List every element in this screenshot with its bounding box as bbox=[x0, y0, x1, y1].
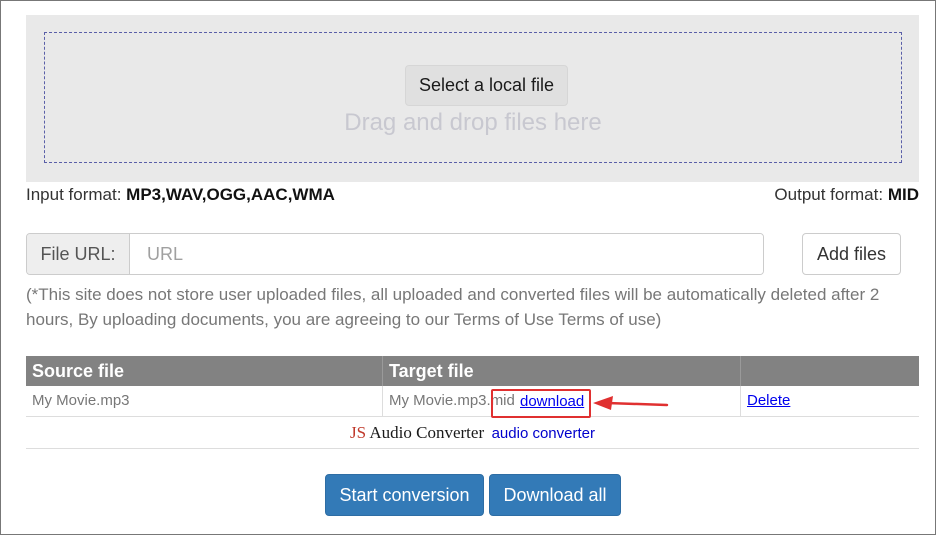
js-audio-converter-logo: JS Audio Converter bbox=[350, 423, 485, 442]
privacy-notice: (*This site does not store user uploaded… bbox=[26, 285, 880, 329]
download-link[interactable]: download bbox=[520, 393, 584, 410]
format-info: Input format: MP3,WAV,OGG,AAC,WMA Output… bbox=[26, 185, 919, 207]
red-arrow-icon bbox=[593, 396, 669, 410]
audio-converter-link[interactable]: audio converter bbox=[492, 425, 595, 442]
source-file-name: My Movie.mp3 bbox=[26, 386, 383, 416]
select-local-file-button[interactable]: Select a local file bbox=[405, 65, 568, 106]
start-conversion-button[interactable]: Start conversion bbox=[325, 474, 484, 516]
header-source-file: Source file bbox=[26, 356, 383, 386]
drag-drop-hint: Drag and drop files here bbox=[344, 109, 602, 136]
output-format: Output format: MID bbox=[774, 185, 919, 204]
actions-cell: Delete bbox=[741, 386, 919, 416]
header-target-file: Target file bbox=[383, 356, 741, 386]
input-format: Input format: MP3,WAV,OGG,AAC,WMA bbox=[26, 185, 335, 204]
upload-area[interactable]: Select a local file Drag and drop files … bbox=[26, 15, 919, 182]
file-url-label: File URL: bbox=[27, 234, 130, 274]
file-table: Source file Target file My Movie.mp3 My … bbox=[26, 356, 919, 417]
table-row: My Movie.mp3 My Movie.mp3.mid Delete bbox=[26, 386, 919, 417]
file-url-input[interactable] bbox=[131, 234, 763, 274]
table-header: Source file Target file bbox=[26, 356, 919, 386]
output-format-value: MID bbox=[887, 185, 919, 204]
add-files-button[interactable]: Add files bbox=[802, 233, 901, 275]
header-actions bbox=[741, 356, 919, 386]
delete-link[interactable]: Delete bbox=[747, 392, 790, 409]
download-all-button[interactable]: Download all bbox=[489, 474, 621, 516]
input-format-value: MP3,WAV,OGG,AAC,WMA bbox=[126, 185, 335, 204]
credit-row: JS Audio Converter audio converter bbox=[26, 418, 919, 449]
file-url-group: File URL: bbox=[26, 233, 764, 275]
drop-zone[interactable]: Select a local file Drag and drop files … bbox=[44, 32, 902, 163]
